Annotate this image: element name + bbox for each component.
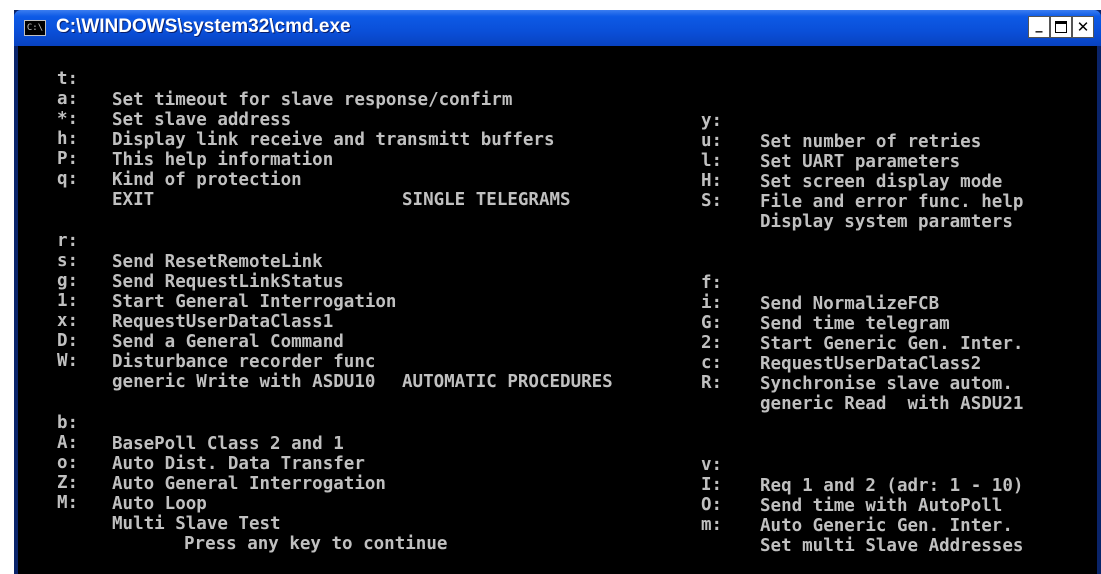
cmd-window: C:\ C:\WINDOWS\system32\cmd.exe _ ✕ t: S… <box>14 10 1101 574</box>
menu-line: *: Display link receive and transmitt bu… <box>18 88 1002 192</box>
menu-line: a: Set slave address u: Set UART paramet… <box>18 68 960 172</box>
option-label: Set screen display mode <box>760 172 1003 192</box>
menu-line: x: Send a General Command c: Synchronise… <box>18 290 1013 394</box>
menu-line: o: Auto General Interrogation O: Auto Ge… <box>18 432 1013 536</box>
section-heading-single-telegrams: SINGLE TELEGRAMS <box>402 190 571 210</box>
shortcut-key: v: <box>701 455 723 475</box>
shortcut-key: i: <box>701 293 723 313</box>
shortcut-key: l: <box>701 151 723 171</box>
shortcut-key: S: <box>701 191 723 211</box>
menu-line: 1: RequestUserDataClass1 2: RequestUserD… <box>18 270 981 374</box>
option-label: RequestUserDataClass1 <box>112 312 334 332</box>
option-label: Send a General Command <box>112 332 344 352</box>
menu-line: D: Disturbance recorder func R: generic … <box>18 310 1023 414</box>
menu-line: A: Auto Dist. Data Transfer I: Send time… <box>18 412 1002 516</box>
menu-line: Z: Auto Loop m: Set multi Slave Addresse… <box>18 452 1023 556</box>
option-label: File and error func. help <box>760 192 1024 212</box>
shortcut-key: u: <box>701 131 723 151</box>
option-label: EXIT <box>112 190 155 210</box>
shortcut-key: y: <box>701 111 723 131</box>
option-label: Multi Slave Test <box>112 514 281 534</box>
shortcut-key: W: <box>57 351 79 371</box>
shortcut-key: I: <box>701 475 723 495</box>
minimize-button[interactable]: _ <box>1028 16 1050 38</box>
menu-line: P: Kind of protection S: Display system … <box>18 128 1013 232</box>
option-label: Auto Generic Gen. Inter. <box>760 516 1013 536</box>
option-label: Kind of protection <box>112 170 302 190</box>
continue-prompt: Press any key to continue <box>184 534 448 554</box>
title-bar[interactable]: C:\ C:\WINDOWS\system32\cmd.exe _ ✕ <box>14 10 1101 46</box>
menu-line: b: BasePoll Class 2 and 1 v: Req 1 and 2… <box>18 392 1023 496</box>
option-label: Send time telegram <box>760 314 950 334</box>
shortcut-key: m: <box>701 515 723 535</box>
option-label: Set number of retries <box>760 132 982 152</box>
option-label: Send time with AutoPoll <box>760 496 1003 516</box>
shortcut-key: c: <box>701 353 723 373</box>
option-label: Disturbance recorder func <box>112 352 376 372</box>
option-label: Set multi Slave Addresses <box>760 536 1024 556</box>
menu-line: q: EXIT <box>18 148 154 210</box>
menu-line: h: This help information H: File and err… <box>18 108 1023 212</box>
option-label: Req 1 and 2 (adr: 1 - 10) <box>760 476 1024 496</box>
maximize-icon <box>1055 21 1067 33</box>
shortcut-key: R: <box>701 373 723 393</box>
option-label: Set slave address <box>112 110 292 130</box>
section-heading-automatic-procedures: AUTOMATIC PROCEDURES <box>402 372 613 392</box>
shortcut-key: H: <box>701 171 723 191</box>
menu-line: s: Send RequestLinkStatus i: Send time t… <box>18 230 950 334</box>
cmd-app-icon[interactable]: C:\ <box>24 20 46 36</box>
option-label: generic Write with ASDU10 <box>112 372 376 392</box>
menu-line: r: Send ResetRemoteLink f: Send Normaliz… <box>18 210 939 314</box>
option-label: Auto General Interrogation <box>112 474 386 494</box>
menu-line: t: Set timeout for slave response/confir… <box>18 48 981 152</box>
menu-line: W: generic Write with ASDU10 <box>18 330 375 392</box>
menu-line: M: Multi Slave Test <box>18 472 281 534</box>
close-button[interactable]: ✕ <box>1072 16 1094 38</box>
option-label: Display system paramters <box>760 212 1013 232</box>
shortcut-key: f: <box>701 273 723 293</box>
window-title: C:\WINDOWS\system32\cmd.exe <box>56 16 351 37</box>
option-label: Auto Dist. Data Transfer <box>112 454 365 474</box>
maximize-button[interactable] <box>1050 16 1072 38</box>
option-label: BasePoll Class 2 and 1 <box>112 434 344 454</box>
option-label: Send RequestLinkStatus <box>112 272 344 292</box>
option-label: RequestUserDataClass2 <box>760 354 982 374</box>
shortcut-key: q: <box>57 169 79 189</box>
option-label: Send ResetRemoteLink <box>112 252 323 272</box>
option-label: generic Read with ASDU21 <box>760 394 1024 414</box>
shortcut-key: O: <box>701 495 723 515</box>
console-area[interactable]: t: Set timeout for slave response/confir… <box>18 46 1097 574</box>
shortcut-key: 2: <box>701 333 723 353</box>
shortcut-key: M: <box>57 493 79 513</box>
option-label: Start Generic Gen. Inter. <box>760 334 1024 354</box>
option-label: This help information <box>112 150 334 170</box>
option-label: Start General Interrogation <box>112 292 397 312</box>
option-label: Set UART parameters <box>760 152 961 172</box>
menu-line: g: Start General Interrogation G: Start … <box>18 250 1023 354</box>
option-label: Auto Loop <box>112 494 207 514</box>
option-label: Display link receive and transmitt buffe… <box>112 130 555 150</box>
shortcut-key: G: <box>701 313 723 333</box>
option-label: Send NormalizeFCB <box>760 294 940 314</box>
option-label: Synchronise slave autom. <box>760 374 1013 394</box>
option-label: Set timeout for slave response/confirm <box>112 90 513 110</box>
